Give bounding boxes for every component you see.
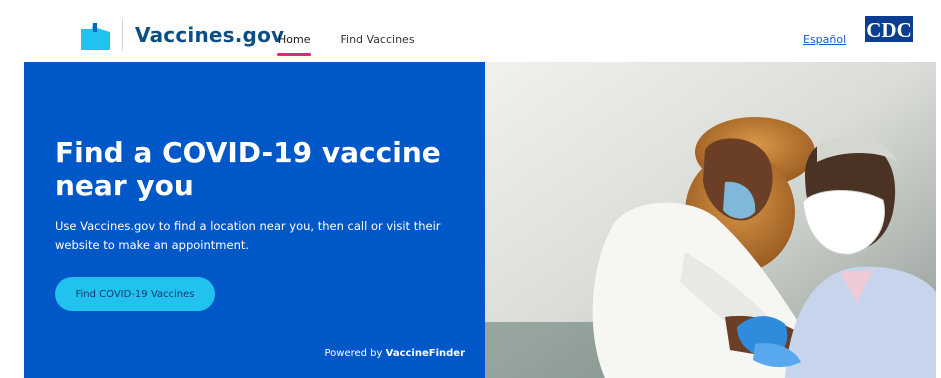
hero-title: Find a COVID-19 vaccine near you (55, 136, 441, 202)
main-nav: Home Find Vaccines (276, 33, 415, 56)
vaccines-gov-logo-icon (81, 23, 110, 50)
nav-home[interactable]: Home (276, 33, 312, 56)
powered-by: Powered by VaccineFinder (324, 348, 465, 359)
hero-description: Use Vaccines.gov to find a location near… (55, 219, 441, 252)
nav-find-vaccines[interactable]: Find Vaccines (340, 33, 414, 46)
hero-panel: Find a COVID-19 vaccine near you Use Vac… (24, 62, 485, 378)
logo-divider (122, 19, 123, 51)
home-logo-link[interactable]: Vaccines.gov (79, 19, 284, 51)
vaccinefinder-brand: VaccineFinder (385, 348, 465, 359)
cdc-logo-text: CDC (866, 18, 912, 42)
vaccination-photo (485, 62, 936, 378)
site-header: Vaccines.gov Home Find Vaccines Español … (24, 9, 934, 62)
powered-by-label: Powered by (324, 348, 383, 359)
find-vaccines-button[interactable]: Find COVID-19 Vaccines (55, 277, 215, 311)
site-wordmark: Vaccines.gov (135, 23, 285, 47)
cdc-logo[interactable]: CDC (864, 15, 914, 53)
language-toggle-link[interactable]: Español (803, 33, 846, 46)
hero-photo (485, 62, 936, 378)
